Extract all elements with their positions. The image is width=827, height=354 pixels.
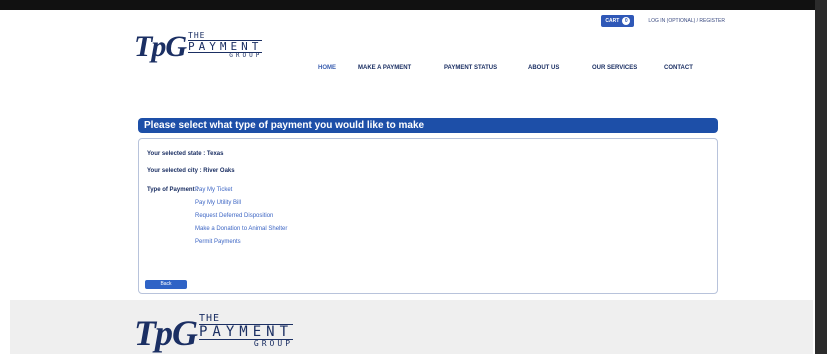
logo-word-the: THE	[188, 31, 206, 40]
logo-mark: TpG	[134, 30, 187, 63]
nav-home[interactable]: HOME	[318, 65, 358, 71]
back-button[interactable]: Back	[145, 280, 187, 289]
page: CART 0 LOG IN (OPTIONAL) / REGISTER TpG …	[10, 10, 813, 354]
logo-wordmark: THE PAYMENT GROUP	[199, 313, 294, 348]
payment-type-link[interactable]: Permit Payments	[195, 239, 287, 246]
footer	[10, 300, 813, 354]
cart-count-badge: 0	[622, 17, 631, 25]
login-register-link[interactable]: LOG IN (OPTIONAL) / REGISTER	[648, 18, 725, 24]
window-edge	[815, 0, 827, 354]
logo-word-group: GROUP	[229, 52, 263, 59]
nav-payment-status[interactable]: PAYMENT STATUS	[444, 65, 528, 71]
cart-label: CART	[605, 18, 620, 24]
logo-mark: TpG	[134, 313, 198, 353]
payment-type-label: Type of Payment :	[147, 187, 199, 193]
logo-wordmark: THE PAYMENT GROUP	[188, 31, 263, 59]
payment-type-list: Pay My Ticket Pay My Utility Bill Reques…	[195, 187, 287, 246]
payment-type-link[interactable]: Make a Donation to Animal Shelter	[195, 226, 287, 233]
selected-state: Your selected state : Texas	[147, 151, 224, 157]
payment-type-link[interactable]: Pay My Utility Bill	[195, 200, 287, 207]
nav-make-payment[interactable]: MAKE A PAYMENT	[358, 65, 444, 71]
payment-type-panel: Your selected state : Texas Your selecte…	[138, 138, 718, 294]
header-logo[interactable]: TpG THE PAYMENT GROUP	[134, 30, 263, 64]
logo-word-group: GROUP	[253, 339, 294, 348]
payment-type-link[interactable]: Pay My Ticket	[195, 187, 287, 194]
payment-type-link[interactable]: Request Deferred Disposition	[195, 213, 287, 220]
page-title: Please select what type of payment you w…	[138, 118, 718, 133]
selected-city: Your selected city : River Oaks	[147, 168, 235, 174]
logo-word-payment: PAYMENT	[199, 324, 294, 340]
nav-our-services[interactable]: OUR SERVICES	[592, 65, 664, 71]
footer-logo: TpG THE PAYMENT GROUP	[134, 312, 294, 354]
top-links: CART 0 LOG IN (OPTIONAL) / REGISTER	[601, 15, 725, 27]
cart-button[interactable]: CART 0	[601, 15, 635, 27]
nav-about-us[interactable]: ABOUT US	[528, 65, 592, 71]
logo-word-the: THE	[199, 313, 221, 324]
main-nav: HOME MAKE A PAYMENT PAYMENT STATUS ABOUT…	[310, 65, 714, 71]
nav-contact[interactable]: CONTACT	[664, 65, 714, 71]
